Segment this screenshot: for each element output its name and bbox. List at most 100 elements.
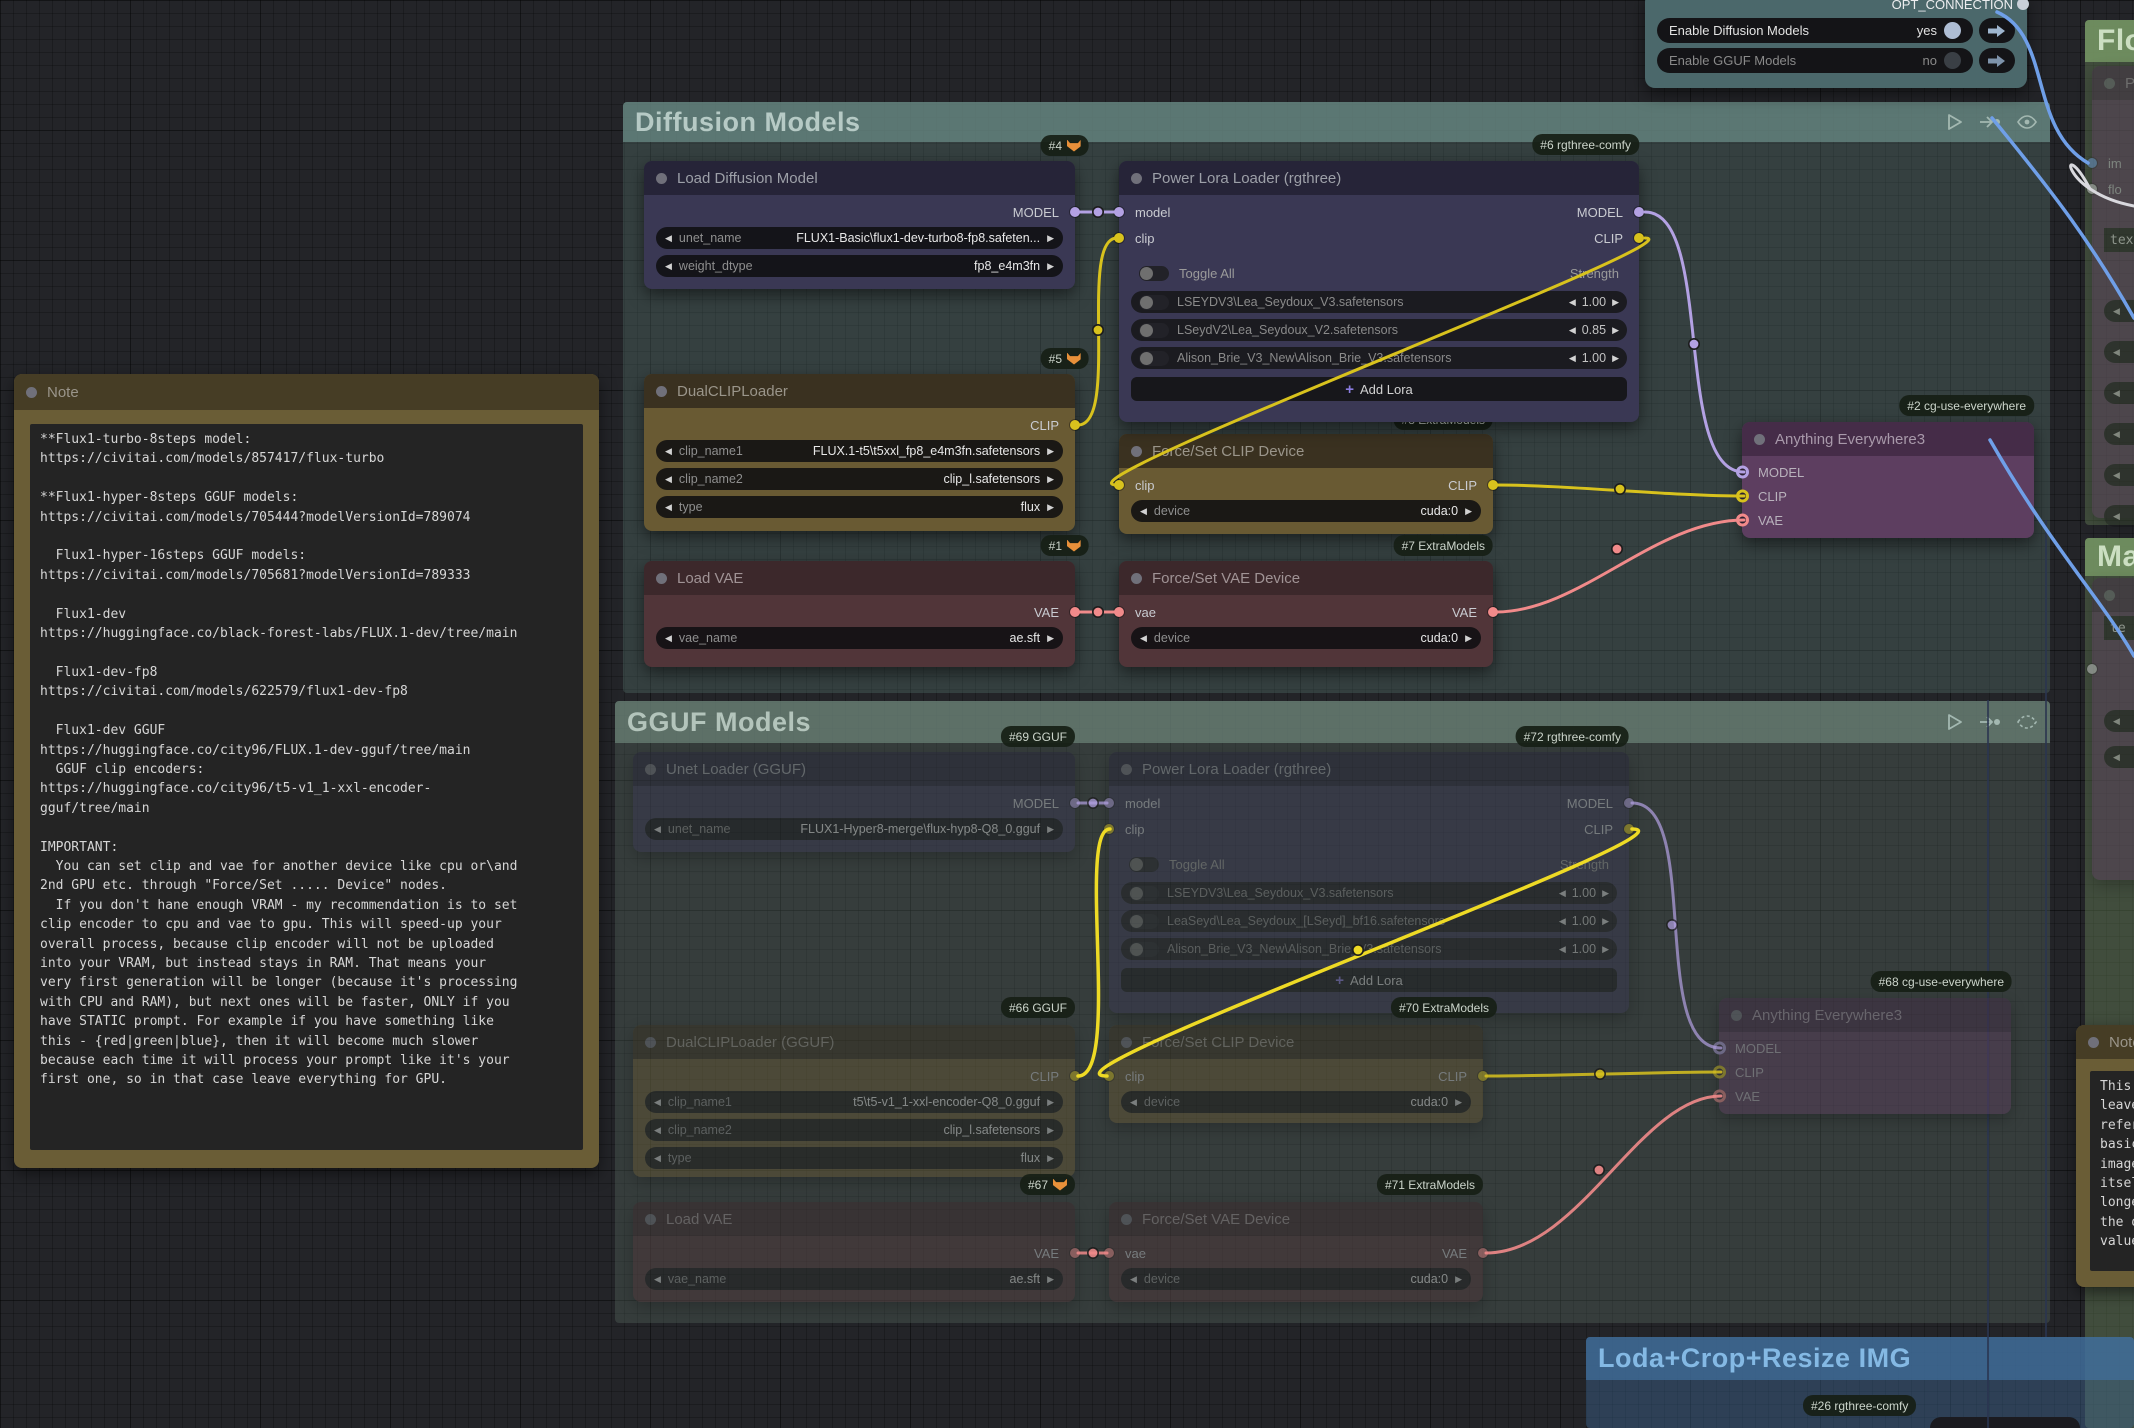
clip-input-port[interactable] — [1114, 233, 1124, 243]
combo-device[interactable]: ◀devicecuda:0▶ — [1131, 627, 1481, 649]
combo-right-arrow-icon[interactable]: ▶ — [1047, 502, 1054, 513]
collapse-dot[interactable] — [1731, 1010, 1742, 1021]
combo-right-arrow-icon[interactable]: ▶ — [1465, 633, 1472, 644]
combo-right-arrow-icon[interactable]: ▶ — [1047, 233, 1054, 244]
combo-unet_name[interactable]: ◀unet_nameFLUX1-Basic\flux1-dev-turbo8-f… — [656, 227, 1063, 249]
MODEL-input-port[interactable] — [1713, 1042, 1726, 1055]
node-header[interactable]: Load Diffusion Model — [644, 161, 1075, 195]
collapse-dot[interactable] — [645, 1037, 656, 1048]
combo-type[interactable]: ◀typeflux▶ — [645, 1147, 1063, 1169]
VAE-output-port[interactable] — [1070, 607, 1080, 617]
collapse-dot[interactable] — [2088, 1037, 2099, 1048]
strength-left-arrow-icon[interactable]: ◀ — [1569, 353, 1576, 364]
collapse-dot[interactable] — [656, 573, 667, 584]
collapse-dot[interactable] — [1131, 573, 1142, 584]
node-force_vae_7[interactable]: Force/Set VAE DevicevaeVAE◀devicecuda:0▶ — [1119, 561, 1493, 667]
node-ae3_68[interactable]: Anything Everywhere3MODELCLIPVAE — [1719, 998, 2011, 1114]
node-mar_node[interactable]: te ◀▶ ◀▶ — [2092, 578, 2134, 880]
combo-weight_dtype[interactable]: ◀weight_dtypefp8_e4m3fn▶ — [656, 255, 1063, 277]
group-header[interactable]: Diffusion Models — [623, 102, 2050, 142]
combo-type[interactable]: ◀typeflux▶ — [656, 496, 1063, 518]
node-header[interactable]: P — [2092, 66, 2134, 100]
CLIP-output-port[interactable] — [1478, 1071, 1488, 1081]
combo-right-arrow-icon[interactable]: ▶ — [1455, 1274, 1462, 1285]
group-title[interactable]: Loda+Crop+Resize IMG — [1598, 1343, 1911, 1374]
VAE-input-port[interactable] — [1736, 514, 1749, 527]
collapse-dot[interactable] — [1121, 1037, 1132, 1048]
lora-row[interactable]: LSeydV2\Lea_Seydoux_V2.safetensors◀0.85▶ — [1131, 319, 1627, 341]
combo-left-arrow-icon[interactable]: ◀ — [2113, 511, 2120, 522]
node-load_vae_67[interactable]: Load VAEVAE◀vae_nameae.sft▶ — [633, 1202, 1075, 1302]
combo-widget[interactable]: ◀▶ — [2104, 505, 2134, 527]
flo-input-port[interactable] — [2087, 184, 2097, 194]
collapse-dot[interactable] — [2104, 590, 2115, 601]
toggle-switch[interactable] — [1139, 295, 1169, 310]
vae-input-port[interactable] — [1114, 607, 1124, 617]
toggle-switch[interactable] — [1139, 323, 1169, 338]
combo-unet_name[interactable]: ◀unet_nameFLUX1-Hyper8-merge\flux-hyp8-Q… — [645, 818, 1063, 840]
node-load_vae_1[interactable]: Load VAEVAE◀vae_nameae.sft▶ — [644, 561, 1075, 667]
strength-right-arrow-icon[interactable]: ▶ — [1612, 353, 1619, 364]
strength-left-arrow-icon[interactable]: ◀ — [1559, 944, 1566, 955]
toggle-widget[interactable]: Enable Diffusion Modelsyes — [1657, 18, 1973, 43]
node-header[interactable]: Anything Everywhere3 — [1719, 998, 2011, 1032]
combo-widget[interactable]: ◀▶ — [2104, 746, 2134, 768]
combo-left-arrow-icon[interactable]: ◀ — [2113, 347, 2120, 358]
collapse-dot[interactable] — [656, 386, 667, 397]
toggle-switch[interactable] — [1129, 942, 1159, 957]
strength-left-arrow-icon[interactable]: ◀ — [1569, 325, 1576, 336]
CLIP-output-port[interactable] — [1624, 824, 1634, 834]
collapse-dot[interactable] — [2104, 78, 2115, 89]
combo-left-arrow-icon[interactable]: ◀ — [665, 474, 672, 485]
CLIP-input-port[interactable] — [1736, 490, 1749, 503]
toggle-dot[interactable] — [1944, 22, 1961, 39]
node-florence_node[interactable]: Pimflotex◀▶◀▶◀▶◀▶◀▶◀▶ — [2092, 66, 2134, 518]
group-title[interactable]: Diffusion Models — [635, 107, 861, 138]
combo-device[interactable]: ◀devicecuda:0▶ — [1121, 1091, 1471, 1113]
node-power_lora_72[interactable]: Power Lora Loader (rgthree)modelMODELcli… — [1109, 752, 1629, 1013]
combo-right-arrow-icon[interactable]: ▶ — [1465, 506, 1472, 517]
CLIP-input-port[interactable] — [1713, 1066, 1726, 1079]
note-node-right[interactable]: Note This i leave refere basic image its… — [2076, 1025, 2134, 1287]
lora-row[interactable]: LSEYDV3\Lea_Seydoux_V3.safetensors◀1.00▶ — [1131, 291, 1627, 313]
combo-clip_name1[interactable]: ◀clip_name1t5\t5-v1_1-xxl-encoder-Q8_0.g… — [645, 1091, 1063, 1113]
combo-left-arrow-icon[interactable]: ◀ — [665, 633, 672, 644]
MODEL-output-port[interactable] — [1070, 798, 1080, 808]
MODEL-output-port[interactable] — [1624, 798, 1634, 808]
combo-left-arrow-icon[interactable]: ◀ — [1130, 1274, 1137, 1285]
strength-right-arrow-icon[interactable]: ▶ — [1602, 916, 1609, 927]
node-force_vae_71[interactable]: Force/Set VAE DevicevaeVAE◀devicecuda:0▶ — [1109, 1202, 1483, 1302]
combo-left-arrow-icon[interactable]: ◀ — [665, 233, 672, 244]
clip-input-port[interactable] — [1104, 1071, 1114, 1081]
VAE-output-port[interactable] — [1478, 1248, 1488, 1258]
combo-right-arrow-icon[interactable]: ▶ — [1047, 1153, 1054, 1164]
node-load_diffusion_model[interactable]: Load Diffusion ModelMODEL◀unet_nameFLUX1… — [644, 161, 1075, 289]
VAE-output-port[interactable] — [1070, 1248, 1080, 1258]
node-header[interactable]: Force/Set VAE Device — [1119, 561, 1493, 595]
combo-widget[interactable]: ◀▶ — [2104, 710, 2134, 732]
CLIP-output-port[interactable] — [1070, 420, 1080, 430]
clip-input-port[interactable] — [1104, 824, 1114, 834]
node-opt[interactable]: OPT_CONNECTIONEnable Diffusion Modelsyes… — [1645, 0, 2027, 88]
combo-widget[interactable]: ◀▶ — [2104, 300, 2134, 322]
group-header[interactable]: Loda+Crop+Resize IMG — [1586, 1337, 2134, 1380]
bypass-arrow-button[interactable] — [1979, 18, 2015, 43]
lora-row[interactable]: LeaSeyd\Lea_Seydoux_[LSeyd]_bf16.safeten… — [1121, 910, 1617, 932]
combo-left-arrow-icon[interactable]: ◀ — [2113, 752, 2120, 763]
combo-right-arrow-icon[interactable]: ▶ — [1047, 261, 1054, 272]
MODEL-input-port[interactable] — [1736, 466, 1749, 479]
combo-left-arrow-icon[interactable]: ◀ — [1140, 633, 1147, 644]
clip-input-port[interactable] — [1114, 480, 1124, 490]
combo-right-arrow-icon[interactable]: ▶ — [1047, 1125, 1054, 1136]
collapse-dot[interactable] — [1121, 764, 1132, 775]
combo-left-arrow-icon[interactable]: ◀ — [654, 1274, 661, 1285]
note-header[interactable]: Note — [14, 374, 599, 410]
collapse-dot[interactable] — [26, 387, 37, 398]
combo-left-arrow-icon[interactable]: ◀ — [2113, 306, 2120, 317]
text-widget[interactable]: te — [2104, 616, 2134, 640]
node-dualclip_66[interactable]: DualCLIPLoader (GGUF)CLIP◀clip_name1t5\t… — [633, 1025, 1075, 1177]
group-loda-crop-resize[interactable]: Loda+Crop+Resize IMG #26 rgthree-comfy — [1586, 1337, 2134, 1428]
combo-left-arrow-icon[interactable]: ◀ — [665, 446, 672, 457]
combo-left-arrow-icon[interactable]: ◀ — [1140, 506, 1147, 517]
node-header[interactable]: DualCLIPLoader (GGUF) — [633, 1025, 1075, 1059]
